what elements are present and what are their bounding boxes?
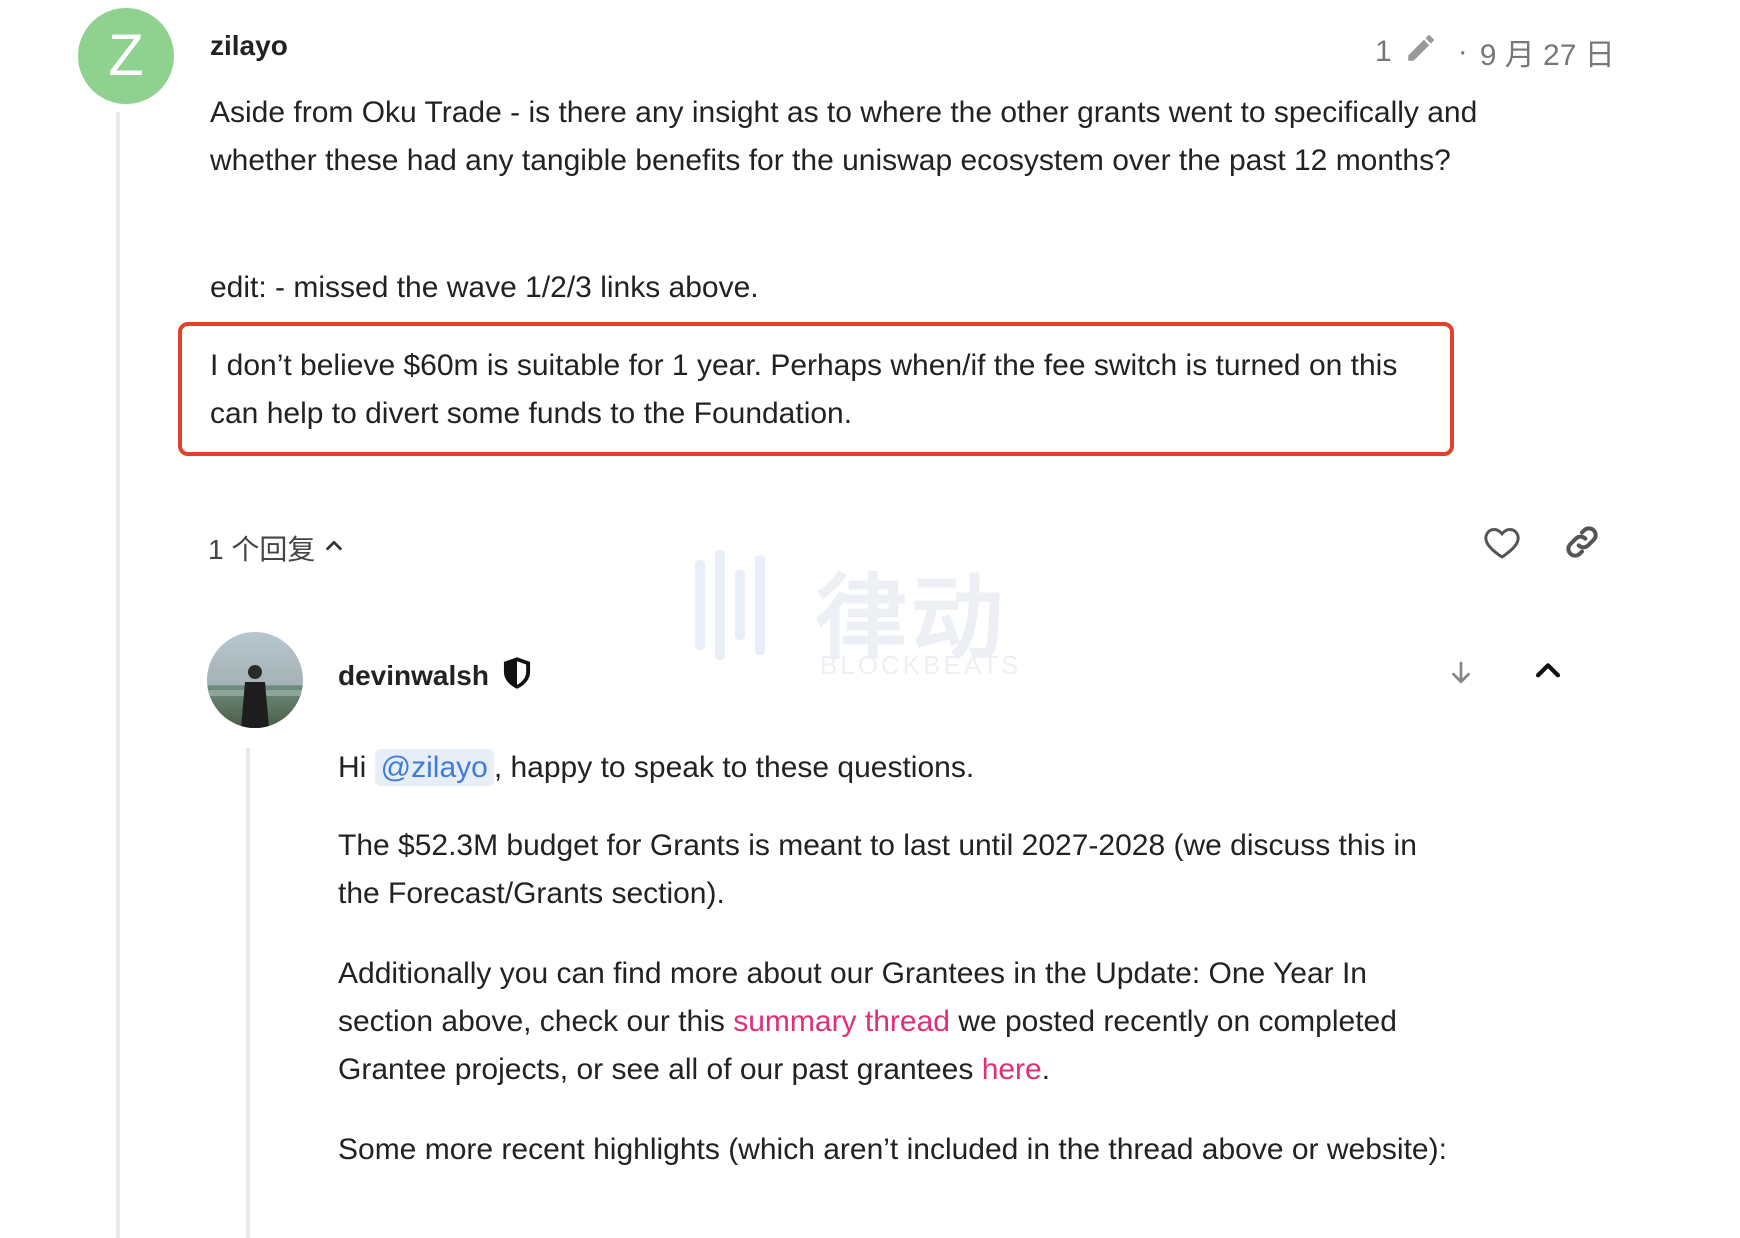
edit-count[interactable]: 1	[1375, 35, 1392, 69]
arrow-down-icon[interactable]	[1446, 658, 1476, 693]
replies-label: 1 个回复	[208, 534, 316, 565]
reply-author: devinwalsh	[338, 656, 533, 695]
summary-thread-link[interactable]: summary thread	[733, 1005, 950, 1038]
link-icon[interactable]	[1562, 522, 1602, 567]
avatar[interactable]	[207, 632, 303, 728]
reply-paragraph: The $52.3M budget for Grants is meant to…	[338, 829, 1417, 910]
mention-link[interactable]: @zilayo	[374, 749, 494, 786]
here-link[interactable]: here	[982, 1053, 1042, 1086]
chevron-up-icon	[323, 532, 345, 564]
post-paragraph: Aside from Oku Trade - is there any insi…	[210, 96, 1478, 177]
text: , happy to speak to these questions.	[493, 751, 975, 784]
reply-thread-line	[246, 748, 250, 1238]
text: .	[1041, 1053, 1051, 1086]
reply-paragraph: Some more recent highlights (which aren’…	[338, 1133, 1447, 1166]
thread-line	[116, 112, 120, 1238]
reply-paragraph: Hi @zilayo, happy to speak to these ques…	[338, 744, 1458, 792]
username[interactable]: zilayo	[210, 30, 288, 62]
post-meta: 1 · 9 月 27 日	[1375, 30, 1615, 74]
replies-toggle[interactable]: 1 个回复	[208, 528, 345, 568]
post-paragraph: edit: - missed the wave 1/2/3 links abov…	[210, 271, 759, 304]
highlight-box	[178, 322, 1454, 456]
watermark-logo: 律动 BLOCKBEATS	[695, 550, 1055, 685]
chevron-up-icon[interactable]	[1531, 654, 1565, 693]
reply-paragraph: Additionally you can find more about our…	[338, 950, 1458, 1094]
text: Hi	[338, 751, 375, 784]
post-date[interactable]: 9 月 27 日	[1480, 30, 1615, 74]
like-heart-icon[interactable]	[1482, 522, 1522, 567]
pencil-icon[interactable]	[1404, 31, 1438, 73]
watermark-subtext: BLOCKBEATS	[820, 650, 1022, 680]
avatar[interactable]: Z	[78, 8, 174, 104]
username[interactable]: devinwalsh	[338, 660, 489, 692]
shield-icon	[501, 656, 533, 695]
